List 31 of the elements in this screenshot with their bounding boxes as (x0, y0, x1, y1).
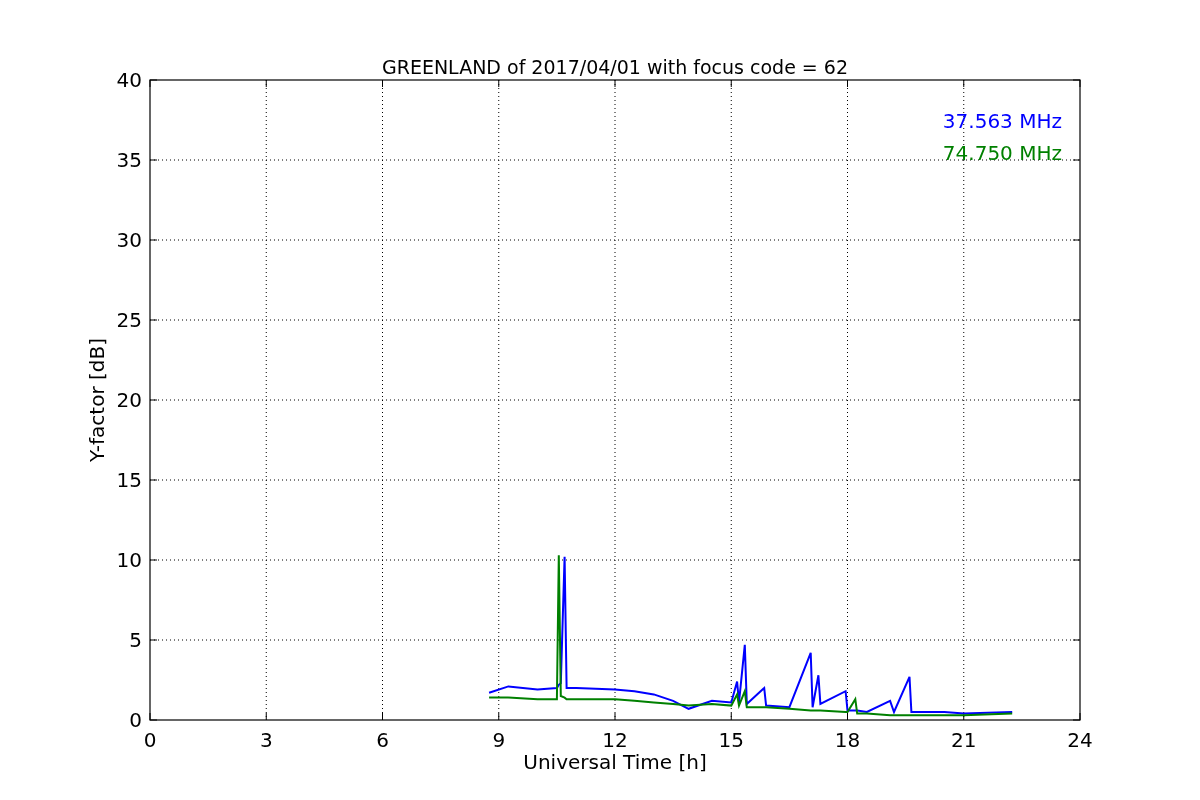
tick-mark (1072, 159, 1081, 161)
tick-label: 10 (116, 548, 142, 572)
tick-label: 5 (129, 628, 142, 652)
legend-label: 74.750 MHz (942, 141, 1062, 165)
tick-label: 12 (602, 728, 628, 752)
chart-title: GREENLAND of 2017/04/01 with focus code = 62 (382, 56, 848, 78)
tick-label: 15 (116, 468, 142, 492)
tick-label: 9 (492, 728, 506, 752)
tick-label: 25 (116, 308, 142, 332)
axis-label: Y-factor [dB] (85, 338, 109, 462)
tick-label: 3 (259, 728, 273, 752)
tick-label: 6 (376, 728, 389, 752)
tick-label: 0 (129, 708, 142, 732)
tick-label: 15 (718, 728, 744, 752)
tick-mark (1072, 639, 1081, 641)
legend-label: 37.563 MHz (942, 109, 1062, 133)
tick-label: 40 (116, 68, 142, 92)
axis-label: Universal Time [h] (523, 750, 707, 774)
tick-mark (1072, 479, 1081, 481)
tick-mark (847, 712, 848, 721)
tick-label: 24 (1067, 728, 1093, 752)
tick-mark (1072, 559, 1081, 561)
tick-label: 20 (116, 388, 142, 412)
tick-label: 0 (143, 728, 157, 752)
tick-mark (1072, 319, 1081, 321)
tick-mark (1072, 399, 1081, 401)
tick-mark (1072, 239, 1081, 241)
tick-label: 18 (834, 728, 861, 752)
tick-label: 35 (116, 148, 142, 172)
tick-label: 30 (116, 228, 142, 252)
tick-label: 21 (951, 728, 977, 752)
